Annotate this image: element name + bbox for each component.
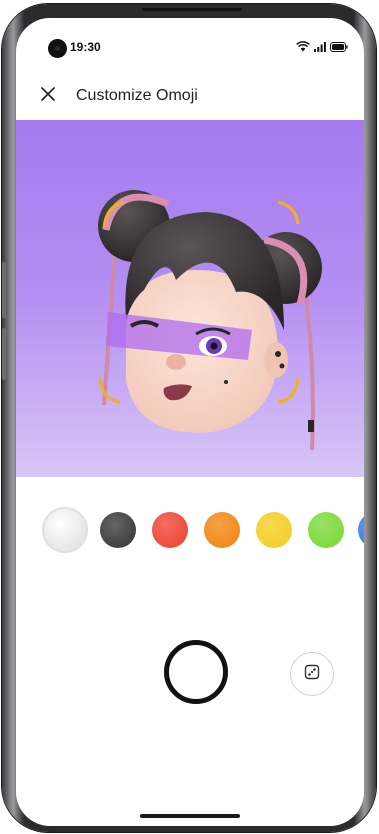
wifi-icon xyxy=(296,41,310,52)
swatch-green[interactable] xyxy=(308,512,344,548)
signal-icon xyxy=(314,41,326,52)
swatch-black[interactable] xyxy=(100,512,136,548)
randomize-button[interactable] xyxy=(290,652,334,696)
status-bar: 19:30 xyxy=(16,18,364,74)
speaker-grille xyxy=(142,8,242,11)
close-button[interactable] xyxy=(36,84,60,108)
swatch-red[interactable] xyxy=(152,512,188,548)
close-icon xyxy=(41,86,55,106)
omoji-preview xyxy=(16,120,364,477)
front-camera xyxy=(48,39,67,58)
volume-button xyxy=(2,262,6,318)
swatch-white[interactable] xyxy=(42,507,88,553)
phone-frame: 19:30 Customize Omoji xyxy=(2,4,376,832)
omoji-avatar xyxy=(98,190,322,451)
capture-button[interactable] xyxy=(164,640,228,704)
color-swatch-row xyxy=(16,507,364,554)
app-header: Customize Omoji xyxy=(16,80,364,120)
power-button xyxy=(2,328,6,380)
swatch-blue[interactable] xyxy=(358,512,364,548)
battery-icon xyxy=(330,41,348,52)
status-icons xyxy=(296,41,348,52)
home-indicator[interactable] xyxy=(140,814,240,818)
screen: 19:30 Customize Omoji xyxy=(16,18,364,826)
swatch-orange[interactable] xyxy=(204,512,240,548)
swatch-yellow[interactable] xyxy=(256,512,292,548)
page-title: Customize Omoji xyxy=(76,87,198,104)
dice-icon xyxy=(304,664,320,685)
status-time: 19:30 xyxy=(70,40,101,54)
